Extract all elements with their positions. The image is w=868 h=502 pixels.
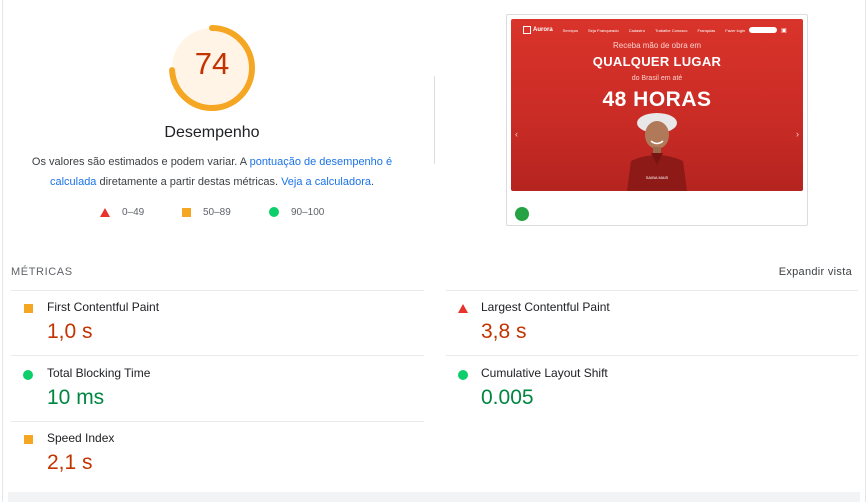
metric-label: Total Blocking Time [47,366,151,380]
legend-item-average: 50–89 [182,205,231,219]
hero-caption: SAIBA MAIS [645,175,669,180]
triangle-icon [100,207,110,217]
screenshot-hero: Aurora Serviços Seja Franqueado Cadastro… [511,19,803,191]
metric-value: 3,8 s [481,320,527,343]
description-text-3: . [370,176,375,188]
screenshot-nav: Aurora Serviços Seja Franqueado Cadastro… [511,19,803,41]
hero-line-1: Receba mão de obra em [612,41,702,50]
screenshot-login: Fazer login [725,27,746,33]
square-icon [24,435,33,444]
screenshot-search [749,27,778,33]
section-divider [434,76,435,164]
metric-label: First Contentful Paint [47,300,160,314]
circle-icon [269,207,279,217]
hero-line-2: QUALQUER LUGAR [592,54,722,69]
screenshot-nav-item: Cadastro [628,27,645,33]
legend-label: 90–100 [291,206,325,218]
divider [11,421,424,422]
divider [11,290,424,291]
hero-line-3: do Brasil em até [631,75,683,82]
logo-icon [523,26,531,34]
metric-label: Largest Contentful Paint [481,300,610,314]
metric-label: Speed Index [47,431,115,445]
circle-icon [23,370,33,380]
description-text-1: Os valores são estimados e podem variar.… [31,156,250,168]
circle-icon [458,370,468,380]
legend-label: 50–89 [203,206,231,218]
legend-item-pass: 90–100 [269,205,324,219]
metric-value: 0.005 [481,386,534,409]
bottom-bar [8,492,860,502]
page-screenshot[interactable]: Aurora Serviços Seja Franqueado Cadastro… [506,14,808,226]
square-icon [24,304,33,313]
screenshot-nav-item: Trabalhe Conosco [654,27,688,33]
divider [11,355,424,356]
divider [446,290,858,291]
screenshot-nav-item: Seja Franqueado [588,27,619,33]
screenshot-nav-item: Serviços [562,27,579,33]
description-text-2: diretamente a partir destas métricas. [96,176,282,188]
screenshot-logo-text: Aurora [533,27,553,33]
metric-value: 2,1 s [47,451,93,474]
expand-view-button[interactable]: Expandir vista [779,266,852,278]
chevron-right-icon: › [796,129,799,139]
whatsapp-icon [515,207,529,221]
triangle-icon [458,304,468,313]
gauge-title: Desempenho [164,124,260,141]
legend-item-fail: 0–49 [100,205,144,219]
legend-label: 0–49 [122,206,145,218]
performance-score: 74 [194,46,230,81]
screenshot-nav-item: Franquias [697,27,716,33]
metric-label: Cumulative Layout Shift [481,366,608,380]
metric-value: 1,0 s [47,320,93,343]
metric-value: 10 ms [47,386,105,409]
cart-icon: ▣ [781,27,787,34]
metrics-header: MÉTRICAS [11,266,73,278]
calculator-link[interactable]: Veja a calculadora [281,176,371,188]
chevron-left-icon: ‹ [515,129,518,139]
square-icon [182,207,191,217]
divider [446,355,858,356]
score-description: Os valores são estimados e podem variar.… [28,152,396,192]
